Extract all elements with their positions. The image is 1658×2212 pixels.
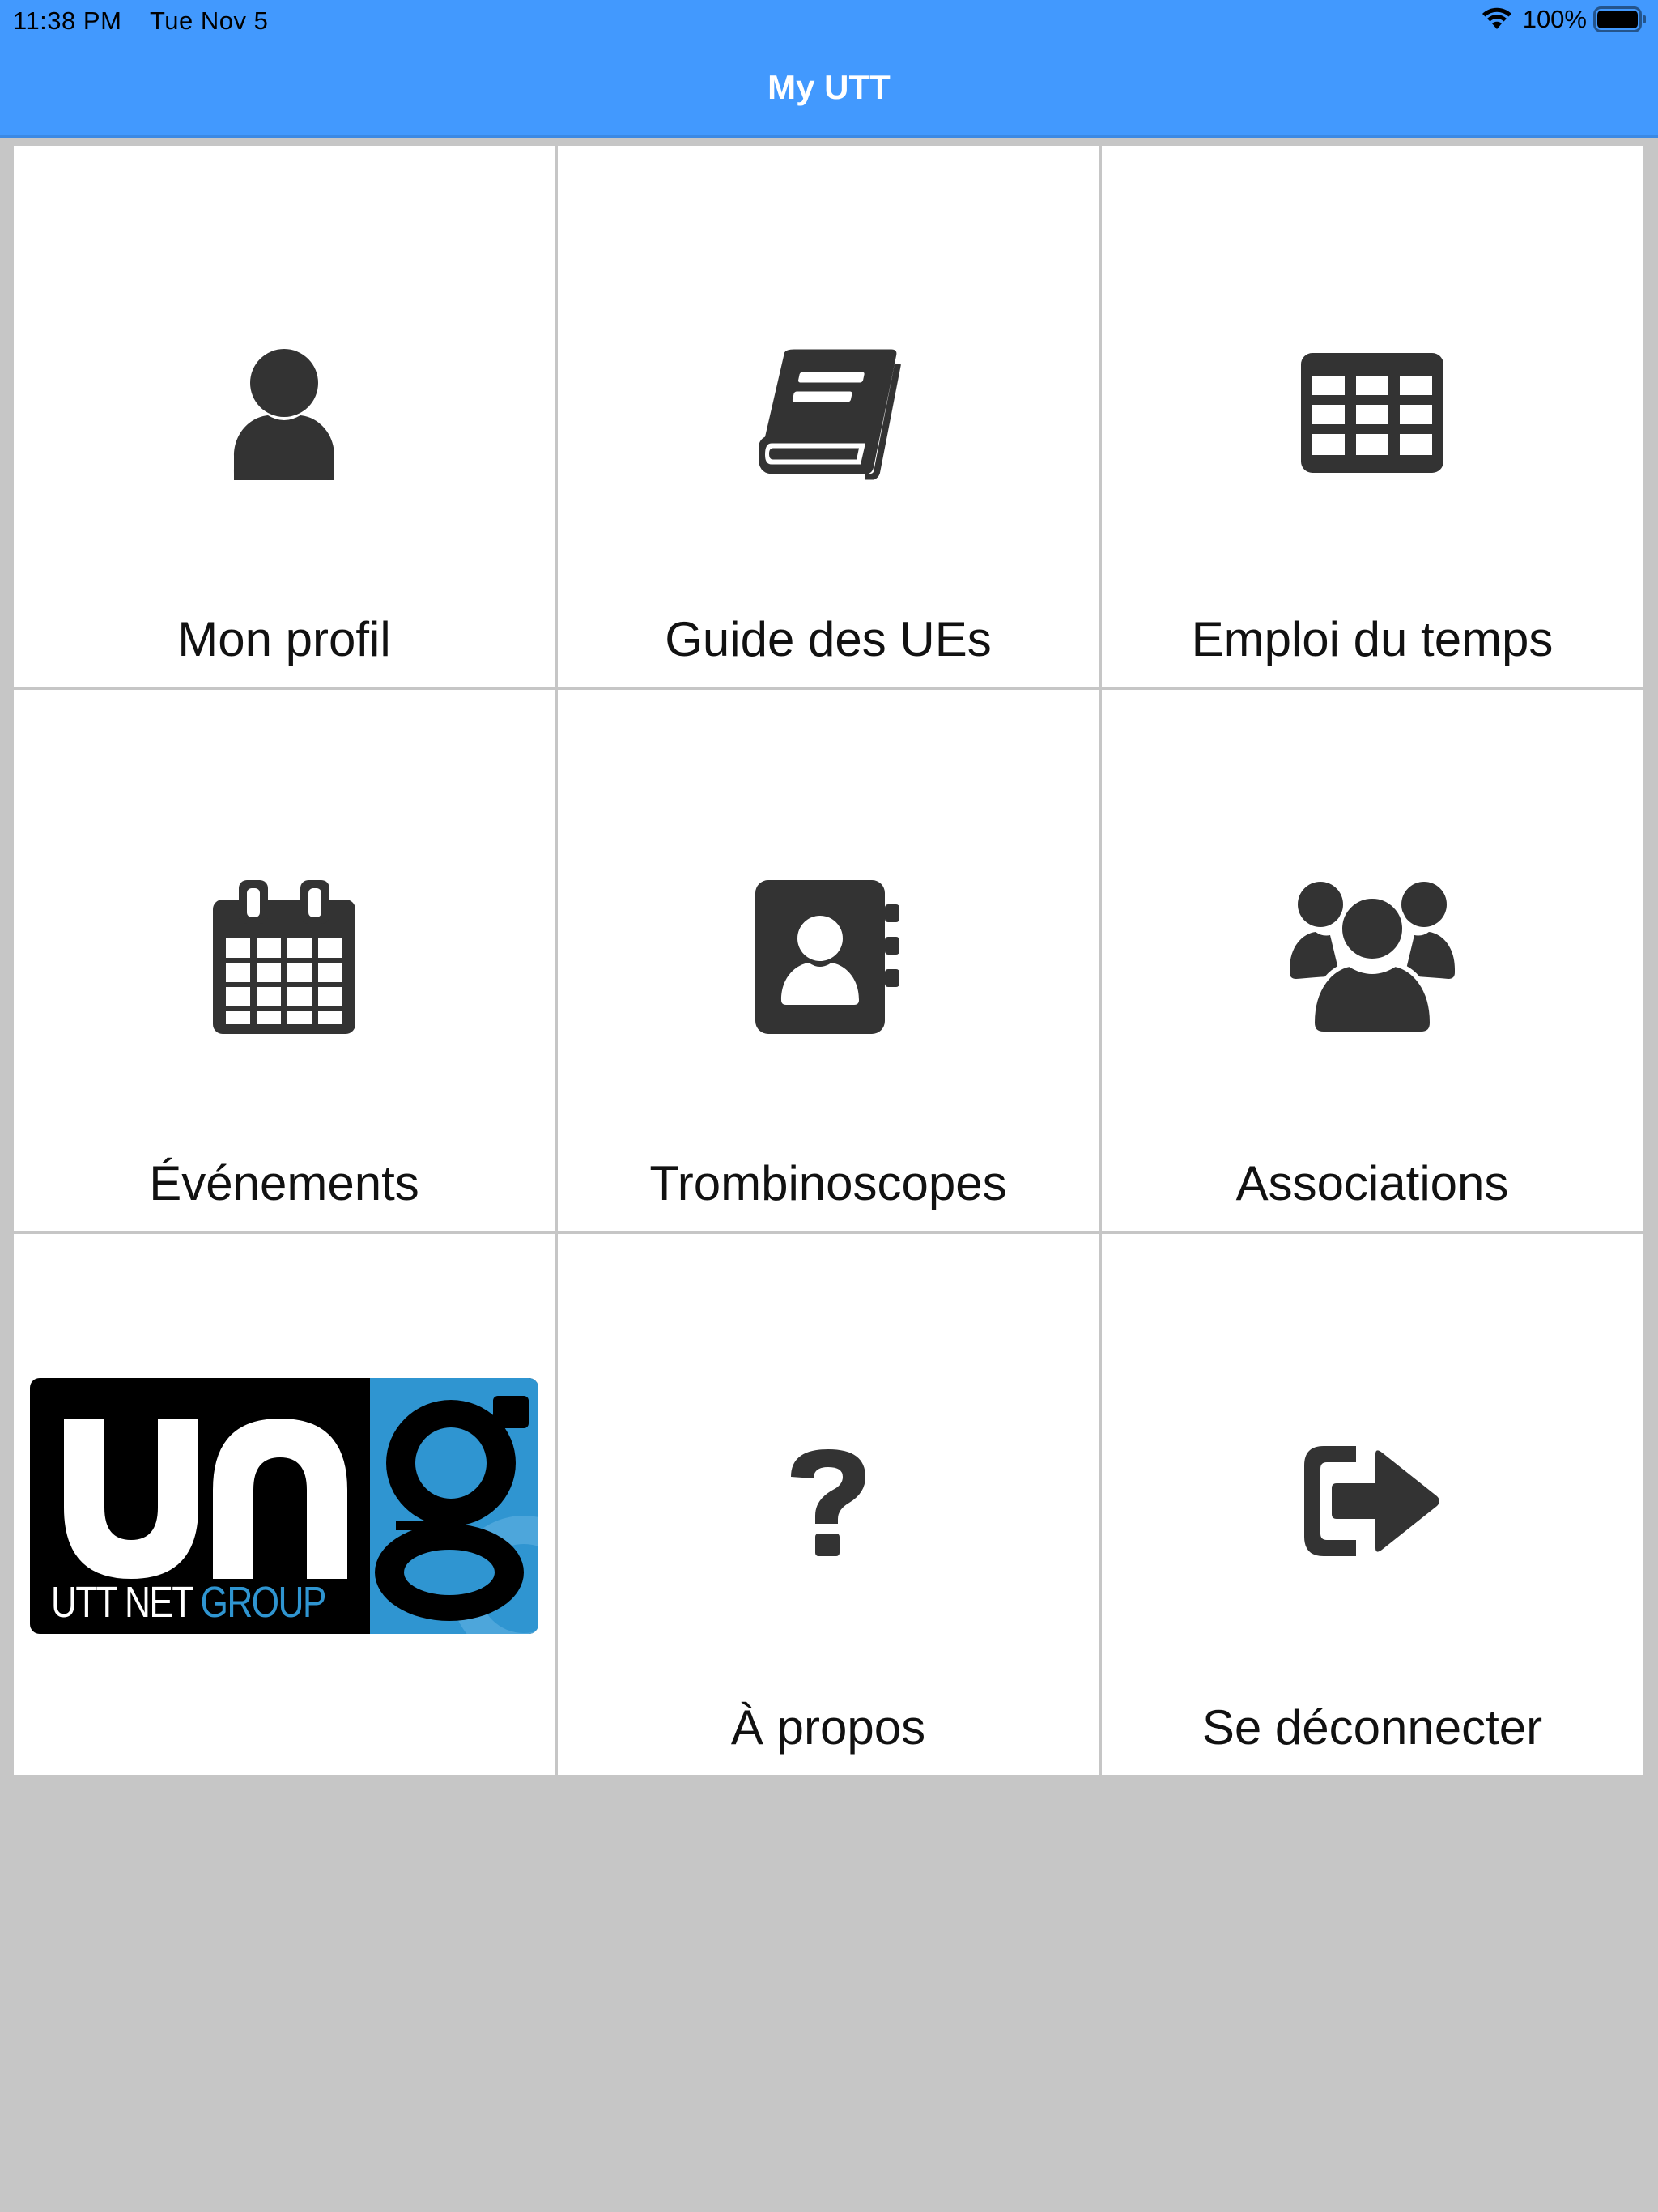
- tile-label: Emploi du temps: [1191, 612, 1554, 666]
- tile-label: Mon profil: [177, 612, 391, 666]
- tile-ung-logo[interactable]: UTT NET GROUP: [14, 1234, 555, 1775]
- user-icon: [227, 344, 341, 482]
- tile-guide-des-ues[interactable]: Guide des UEs: [558, 146, 1099, 687]
- battery-icon: [1593, 6, 1647, 32]
- menu-grid: Mon profil Guide des UEs Emploi du temps…: [14, 146, 1643, 1776]
- logo-text-utt-net: UTT NET: [51, 1578, 193, 1627]
- logo-text-group: GROUP: [200, 1578, 327, 1627]
- battery-percentage: 100%: [1522, 5, 1587, 33]
- ung-logo: UTT NET GROUP: [30, 1378, 538, 1634]
- tile-mon-profil[interactable]: Mon profil: [14, 146, 555, 687]
- address-book-icon: [755, 880, 901, 1034]
- sign-out-icon: [1304, 1446, 1440, 1556]
- navigation-bar: My UTT: [0, 40, 1658, 138]
- tile-associations[interactable]: Associations: [1102, 690, 1643, 1231]
- tile-a-propos[interactable]: À propos: [558, 1234, 1099, 1775]
- tile-label: Se déconnecter: [1201, 1700, 1543, 1755]
- users-icon: [1290, 880, 1455, 1034]
- tile-label: Trombinoscopes: [649, 1156, 1007, 1210]
- book-icon: [755, 347, 901, 480]
- tile-evenements[interactable]: Événements: [14, 690, 555, 1231]
- calendar-icon: [213, 880, 355, 1034]
- status-right: 100%: [1481, 5, 1647, 34]
- tile-label: Guide des UEs: [665, 612, 992, 666]
- tile-trombinoscopes[interactable]: Trombinoscopes: [558, 690, 1099, 1231]
- tile-label: Associations: [1235, 1156, 1509, 1210]
- tile-se-deconnecter[interactable]: Se déconnecter: [1102, 1234, 1643, 1775]
- tile-label: À propos: [730, 1700, 926, 1755]
- tile-emploi-du-temps[interactable]: Emploi du temps: [1102, 146, 1643, 687]
- logo-subtitle: UTT NET GROUP: [51, 1577, 327, 1627]
- status-time: 11:38 PM: [13, 6, 122, 35]
- status-bar: 11:38 PM Tue Nov 5 100%: [0, 0, 1658, 40]
- table-icon: [1301, 353, 1443, 473]
- wifi-icon: [1481, 7, 1513, 32]
- status-date: Tue Nov 5: [150, 6, 269, 35]
- tile-label: Événements: [149, 1156, 419, 1210]
- question-icon: [786, 1446, 870, 1556]
- page-title: My UTT: [767, 68, 891, 106]
